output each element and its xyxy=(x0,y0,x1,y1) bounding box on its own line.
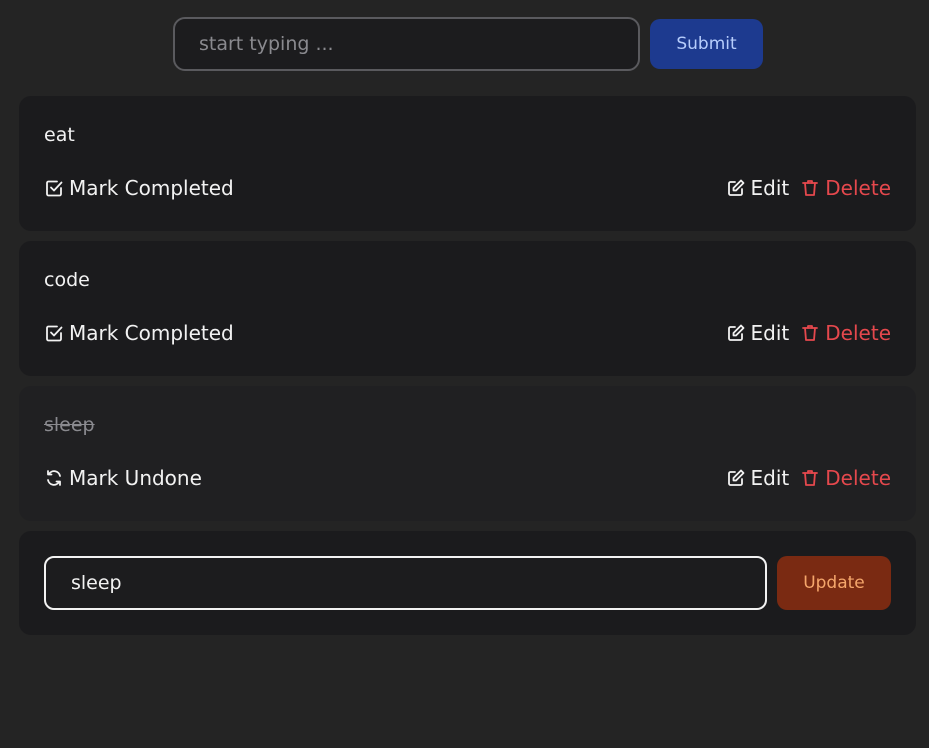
edit-todo-input[interactable] xyxy=(44,556,767,610)
todo-title: eat xyxy=(44,124,75,146)
edit-icon xyxy=(727,324,744,341)
edit-button[interactable]: Edit xyxy=(726,176,790,200)
edit-todo-form: Update xyxy=(19,531,916,635)
todo-title: code xyxy=(44,269,90,291)
mark-completed-button[interactable]: Mark Completed xyxy=(44,176,234,200)
trash-icon xyxy=(802,470,819,486)
delete-label: Delete xyxy=(825,321,891,345)
edit-button[interactable]: Edit xyxy=(726,466,790,490)
mark-undone-button[interactable]: Mark Undone xyxy=(44,466,202,490)
new-todo-input[interactable] xyxy=(173,17,640,71)
delete-button[interactable]: Delete xyxy=(800,466,891,490)
edit-label: Edit xyxy=(750,176,790,200)
mark-completed-label: Mark Completed xyxy=(69,321,234,345)
trash-icon xyxy=(802,325,819,341)
submit-button[interactable]: Submit xyxy=(650,19,763,69)
update-button[interactable]: Update xyxy=(777,556,891,610)
check-square-icon xyxy=(46,325,63,342)
mark-completed-label: Mark Completed xyxy=(69,176,234,200)
new-todo-form: Submit xyxy=(173,17,763,71)
edit-button[interactable]: Edit xyxy=(726,321,790,345)
delete-button[interactable]: Delete xyxy=(800,321,891,345)
delete-button[interactable]: Delete xyxy=(800,176,891,200)
todo-title: sleep xyxy=(44,414,95,436)
edit-icon xyxy=(727,469,744,486)
delete-label: Delete xyxy=(825,466,891,490)
check-square-icon xyxy=(46,180,63,197)
delete-label: Delete xyxy=(825,176,891,200)
mark-completed-button[interactable]: Mark Completed xyxy=(44,321,234,345)
mark-undone-label: Mark Undone xyxy=(69,466,202,490)
todo-card: eat Mark Completed Edit Delete xyxy=(19,96,916,231)
edit-label: Edit xyxy=(750,466,790,490)
edit-icon xyxy=(727,179,744,196)
todo-card: code Mark Completed Edit Delete xyxy=(19,241,916,376)
edit-label: Edit xyxy=(750,321,790,345)
refresh-icon xyxy=(47,470,61,486)
trash-icon xyxy=(802,180,819,196)
todo-card: sleep Mark Undone Edit Delete xyxy=(19,386,916,521)
